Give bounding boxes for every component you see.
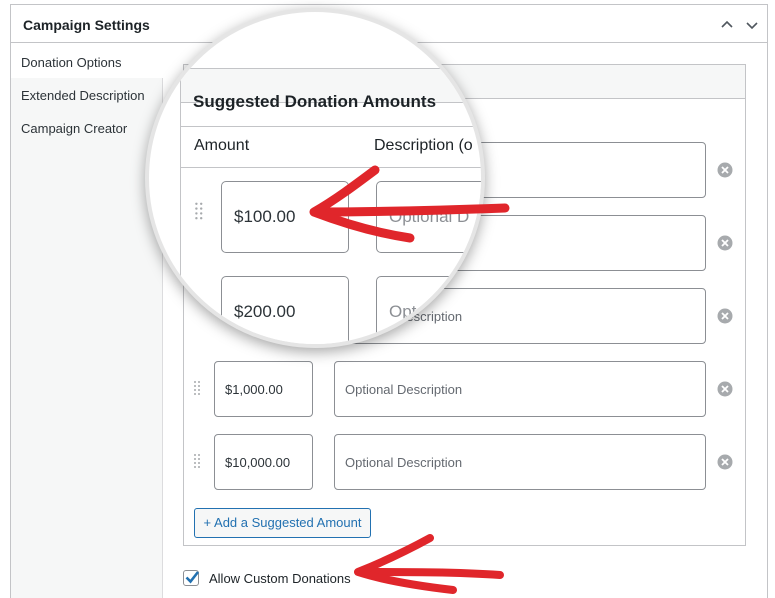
- settings-tabs: Donation Options Extended Description Ca…: [11, 43, 163, 598]
- add-suggested-amount-button[interactable]: + Add a Suggested Amount: [194, 508, 371, 538]
- description-input-4[interactable]: Optional Description: [334, 434, 706, 490]
- magnified-amount-input-1[interactable]: $100.00: [221, 181, 349, 253]
- allow-custom-donations-checkbox[interactable]: [183, 570, 200, 586]
- panel-title: Campaign Settings: [23, 17, 150, 33]
- drag-handle-icon[interactable]: [195, 302, 205, 320]
- remove-row-icon[interactable]: [717, 454, 733, 470]
- allow-custom-donations-label: Allow Custom Donations: [209, 570, 351, 586]
- magnified-amount-header: Amount: [194, 137, 250, 154]
- magnified-title: Suggested Donation Amounts: [193, 92, 437, 111]
- remove-row-icon[interactable]: [717, 235, 733, 251]
- chevron-up-icon[interactable]: [717, 15, 737, 35]
- magnified-description-input-1[interactable]: Optional D: [376, 181, 481, 253]
- tab-donation-options[interactable]: Donation Options: [11, 45, 163, 77]
- checkmark-icon: [185, 571, 200, 584]
- tab-campaign-creator[interactable]: Campaign Creator: [11, 111, 163, 143]
- remove-row-icon[interactable]: [717, 381, 733, 397]
- remove-row-icon[interactable]: [717, 308, 733, 324]
- zoom-magnifier: Suggested Donation Amounts Amount Descri…: [145, 8, 485, 348]
- amount-input-4[interactable]: $10,000.00: [214, 434, 313, 490]
- drag-handle-icon[interactable]: [194, 454, 202, 468]
- description-input-3[interactable]: Optional Description: [334, 361, 706, 417]
- allow-custom-donations: Allow Custom Donations: [183, 569, 351, 587]
- chevron-down-icon[interactable]: [742, 15, 762, 35]
- remove-row-icon[interactable]: [717, 162, 733, 178]
- drag-handle-icon[interactable]: [194, 381, 202, 395]
- tabs-background: [11, 78, 163, 598]
- magnified-description-input-2[interactable]: Opt: [376, 276, 481, 344]
- magnified-amount-input-2[interactable]: $200.00: [221, 276, 349, 344]
- magnified-description-header: Description (o: [374, 137, 473, 154]
- tab-extended-description[interactable]: Extended Description: [11, 78, 163, 110]
- drag-handle-icon[interactable]: [195, 202, 205, 220]
- amount-input-3[interactable]: $1,000.00: [214, 361, 313, 417]
